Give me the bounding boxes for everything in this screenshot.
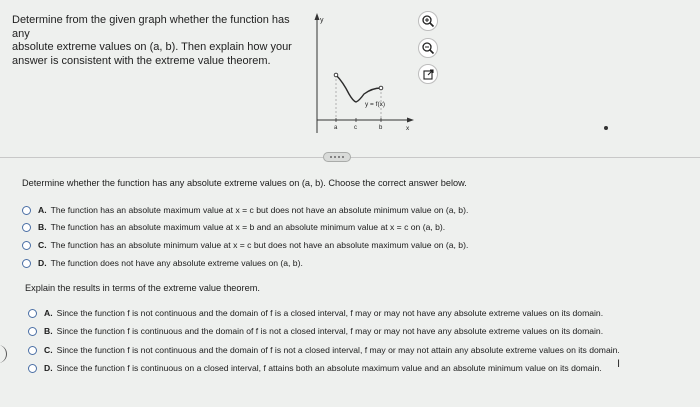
part2-prompt: Explain the results in terms of the extr… xyxy=(25,283,260,293)
option-letter: D. xyxy=(44,363,53,373)
function-label: y = f(x) xyxy=(365,101,385,108)
x-axis-label: x xyxy=(406,125,410,132)
part1-option-c[interactable]: C. The function has an absolute minimum … xyxy=(22,240,468,250)
part1-prompt: Determine whether the function has any a… xyxy=(22,178,467,188)
part2-option-c[interactable]: C. Since the function f is not continuou… xyxy=(28,345,620,355)
y-axis-label: y xyxy=(320,17,324,24)
tick-label-b: b xyxy=(379,125,383,131)
radio-button[interactable] xyxy=(28,308,37,318)
part2-option-d[interactable]: D. Since the function f is continuous on… xyxy=(28,363,602,373)
tick-label-c: c xyxy=(354,125,357,131)
option-letter: D. xyxy=(38,258,47,268)
zoom-in-icon xyxy=(422,15,435,28)
option-letter: A. xyxy=(44,308,53,318)
option-text: Since the function f is continuous on a … xyxy=(56,363,602,373)
dot-icon xyxy=(334,156,336,158)
option-text: The function has an absolute minimum val… xyxy=(50,240,469,250)
option-letter: A. xyxy=(38,205,47,215)
stray-mark xyxy=(604,126,608,130)
option-text: Since the function f is not continuous a… xyxy=(56,308,604,318)
option-text: The function does not have any absolute … xyxy=(50,258,303,268)
radio-button[interactable] xyxy=(28,326,37,336)
text-cursor-icon: I xyxy=(617,358,621,370)
option-letter: B. xyxy=(38,222,47,232)
dot-icon xyxy=(338,156,340,158)
option-text: Since the function f is not continuous a… xyxy=(56,345,620,355)
part1-option-b[interactable]: B. The function has an absolute maximum … xyxy=(22,222,445,232)
radio-button[interactable] xyxy=(28,363,37,373)
radio-button[interactable] xyxy=(28,345,37,355)
part1-option-d[interactable]: D. The function does not have any absolu… xyxy=(22,258,303,268)
part1-option-a[interactable]: A. The function has an absolute maximum … xyxy=(22,205,468,215)
open-external-button[interactable] xyxy=(418,64,438,84)
expand-button[interactable] xyxy=(323,152,351,162)
function-curve xyxy=(335,74,382,103)
radio-button[interactable] xyxy=(22,258,31,268)
option-text: Since the function f is continuous and t… xyxy=(56,326,604,336)
option-text: The function has an absolute maximum val… xyxy=(50,222,446,232)
radio-button[interactable] xyxy=(22,240,31,250)
dot-icon xyxy=(330,156,332,158)
open-external-icon xyxy=(422,68,434,80)
open-endpoint-b xyxy=(378,85,384,91)
zoom-out-button[interactable] xyxy=(418,38,438,58)
dot-icon xyxy=(342,156,344,158)
radio-button[interactable] xyxy=(22,205,31,215)
x-axis-arrow xyxy=(407,117,414,123)
zoom-in-button[interactable] xyxy=(418,11,438,31)
option-letter: C. xyxy=(44,345,53,355)
zoom-out-icon xyxy=(422,42,435,55)
part2-option-b[interactable]: B. Since the function f is continuous an… xyxy=(28,326,603,336)
option-letter: B. xyxy=(44,326,53,336)
y-axis-arrow xyxy=(314,13,320,20)
tick-label-a: a xyxy=(334,125,338,131)
radio-button[interactable] xyxy=(22,222,31,232)
option-text: The function has an absolute maximum val… xyxy=(50,205,469,215)
open-endpoint-a xyxy=(333,72,339,78)
part2-option-a[interactable]: A. Since the function f is not continuou… xyxy=(28,308,603,318)
option-letter: C. xyxy=(38,240,47,250)
